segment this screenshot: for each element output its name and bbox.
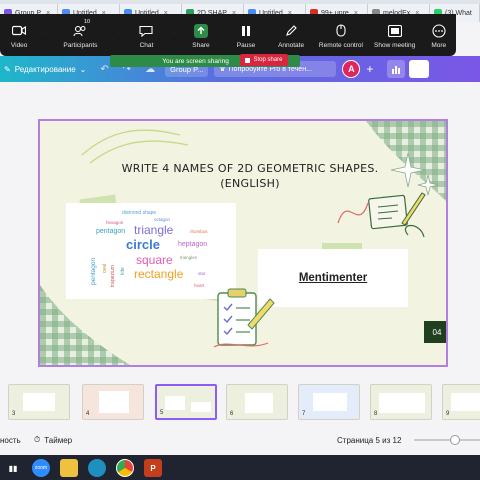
- avatar[interactable]: A: [342, 60, 361, 78]
- mentimeter-link[interactable]: Mentimenter: [299, 272, 367, 284]
- zoom-slider[interactable]: [414, 435, 480, 445]
- participant-count-badge: 10: [84, 19, 91, 25]
- swirl-decoration: [81, 129, 189, 164]
- word-cloud-word: octagon: [154, 217, 171, 222]
- pencil-icon: ✎: [4, 64, 11, 74]
- show-meeting-icon: [387, 24, 402, 38]
- edge-browser-icon[interactable]: [88, 459, 106, 477]
- slide-thumbnail[interactable]: 6: [226, 384, 288, 420]
- slide-thumbnail[interactable]: 4: [82, 384, 144, 420]
- chevron-down-icon: ⌄: [79, 64, 87, 74]
- video-icon: [12, 24, 27, 38]
- slide-canvas[interactable]: WRITE 4 NAMES OF 2D GEOMETRIC SHAPES. (E…: [38, 119, 448, 367]
- word-cloud-word: heptagon: [178, 241, 208, 248]
- word-cloud-word: rectangle: [134, 267, 184, 281]
- slide-thumbnail[interactable]: 5: [155, 384, 217, 420]
- chrome-browser-icon[interactable]: [116, 459, 134, 477]
- timer-button[interactable]: ⏱ Таймер: [34, 435, 72, 445]
- editor-footer: ность ⏱ Таймер Страница 5 из 12: [0, 429, 480, 451]
- annotate-icon: [284, 24, 298, 38]
- windows-taskbar: ▮▮ zoom P: [0, 455, 480, 480]
- insights-button[interactable]: [387, 60, 406, 78]
- chat-button[interactable]: Chat: [122, 14, 170, 56]
- participants-button[interactable]: Participants: [46, 14, 115, 56]
- task-view-icon[interactable]: ▮▮: [4, 459, 22, 477]
- chevron-up-icon[interactable]: ⌃: [170, 30, 178, 41]
- add-collaborator-icon[interactable]: +: [366, 62, 373, 76]
- word-cloud-word: pentagon: [90, 257, 97, 285]
- share-button[interactable]: Share: [178, 14, 224, 56]
- bar-chart-icon: [392, 65, 401, 74]
- undo-icon[interactable]: ↶: [100, 64, 108, 75]
- file-explorer-icon[interactable]: [60, 459, 78, 477]
- word-cloud-word: triangle: [134, 223, 174, 237]
- slide-thumbnail[interactable]: 7: [298, 384, 360, 420]
- word-cloud-word: trapezium: [110, 265, 116, 287]
- slide-thumbnail-strip: 3 4 5 6 7 8 9: [0, 384, 480, 424]
- notes-button[interactable]: ность: [0, 436, 21, 445]
- word-cloud-word: kite: [120, 267, 126, 275]
- chevron-up-icon[interactable]: ⌃: [38, 30, 46, 41]
- participants-icon: [73, 24, 87, 38]
- zoom-meeting-toolbar: Video ⌃ Participants 10 ⌃ Chat ⌃ Share P…: [0, 14, 456, 56]
- powerpoint-icon[interactable]: P: [144, 459, 162, 477]
- zoom-slider-handle[interactable]: [450, 435, 460, 445]
- mentimeter-card[interactable]: Mentimenter: [258, 249, 408, 307]
- word-cloud-word: pentagon: [96, 228, 126, 235]
- share-design-button[interactable]: [409, 60, 430, 78]
- word-cloud-word: circle: [126, 237, 160, 252]
- edit-mode-dropdown[interactable]: ✎ Редактирование ⌄: [0, 65, 86, 74]
- slide-thumbnail[interactable]: 8: [370, 384, 432, 420]
- share-screen-icon: [193, 23, 208, 38]
- pause-icon: [239, 24, 253, 38]
- more-button[interactable]: More: [421, 14, 456, 56]
- stop-icon: [245, 57, 251, 63]
- remote-control-button[interactable]: Remote control: [314, 14, 368, 56]
- remote-control-icon: [334, 24, 348, 38]
- slide-thumbnail[interactable]: 3: [8, 384, 70, 420]
- word-cloud-word: oval: [102, 263, 108, 273]
- page-indicator: Страница 5 из 12: [337, 435, 402, 445]
- word-cloud-word: star: [198, 271, 206, 276]
- video-button[interactable]: Video: [0, 14, 38, 56]
- zoom-app-icon[interactable]: zoom: [32, 459, 50, 477]
- word-cloud-word: diamond shape: [122, 210, 157, 216]
- slide-thumbnail[interactable]: 9: [442, 384, 480, 420]
- word-cloud-word: hexagon: [106, 220, 124, 225]
- show-meeting-button[interactable]: Show meeting: [368, 14, 422, 56]
- pause-button[interactable]: Pause: [224, 14, 268, 56]
- clipboard-checklist-illustration: [213, 288, 275, 348]
- timer-icon: ⏱: [34, 435, 41, 444]
- annotate-button[interactable]: Annotate: [268, 14, 314, 56]
- chat-icon: [139, 24, 153, 38]
- word-cloud-word: square: [136, 253, 173, 267]
- word-cloud-word: triangles: [180, 255, 198, 260]
- word-cloud-word: heart: [194, 283, 205, 288]
- stop-share-button[interactable]: Stop share: [240, 54, 288, 66]
- chevron-up-icon[interactable]: ⌃: [115, 30, 123, 41]
- word-cloud-word: rhombus: [190, 229, 208, 234]
- letter-illustration: [337, 192, 426, 238]
- more-icon: [432, 23, 446, 38]
- slide-page-number: 04: [424, 321, 446, 343]
